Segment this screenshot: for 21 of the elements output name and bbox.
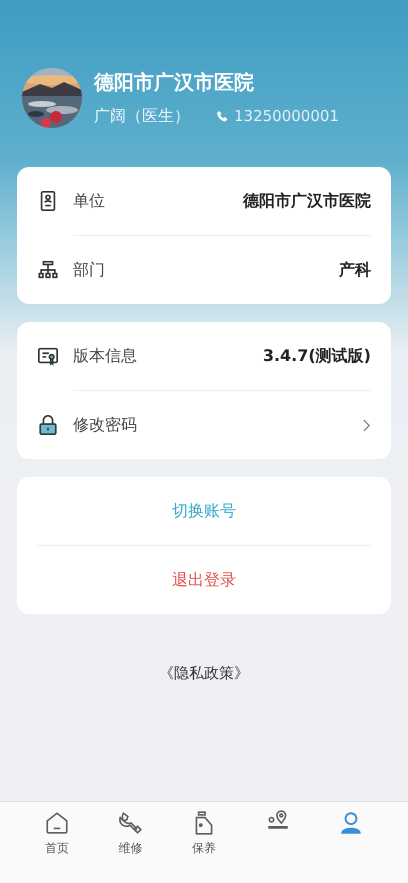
org-chart-icon <box>37 259 59 281</box>
lock-icon <box>37 414 59 436</box>
tab-item[interactable]: 保养 <box>167 810 241 860</box>
row-label: 部门 <box>73 260 105 280</box>
privacy-policy-link[interactable]: 《隐私政策》 <box>159 664 249 682</box>
row-value: 产科 <box>339 260 371 280</box>
tab-item[interactable]: 维修 <box>94 810 168 860</box>
row-label[interactable]: 修改密码 <box>73 414 137 436</box>
phone-icon <box>216 110 229 122</box>
hospital-name: 德阳市广汉市医院 <box>94 68 255 96</box>
home-icon <box>44 810 70 836</box>
row-value: 德阳市广汉市医院 <box>243 190 371 212</box>
row-label: 版本信息 <box>73 346 137 366</box>
version-value: 3.4.7(测试版) <box>262 346 371 366</box>
row-label: 单位 <box>73 190 105 212</box>
user-name: 广阔（医生） <box>94 106 190 126</box>
tab-item[interactable]: 首页 <box>20 810 94 860</box>
certificate-icon <box>37 345 59 367</box>
chevron-right-icon[interactable] <box>362 418 371 432</box>
phone-number: 13250000001 <box>234 107 339 125</box>
logout-button[interactable]: 退出登录 <box>37 546 371 614</box>
